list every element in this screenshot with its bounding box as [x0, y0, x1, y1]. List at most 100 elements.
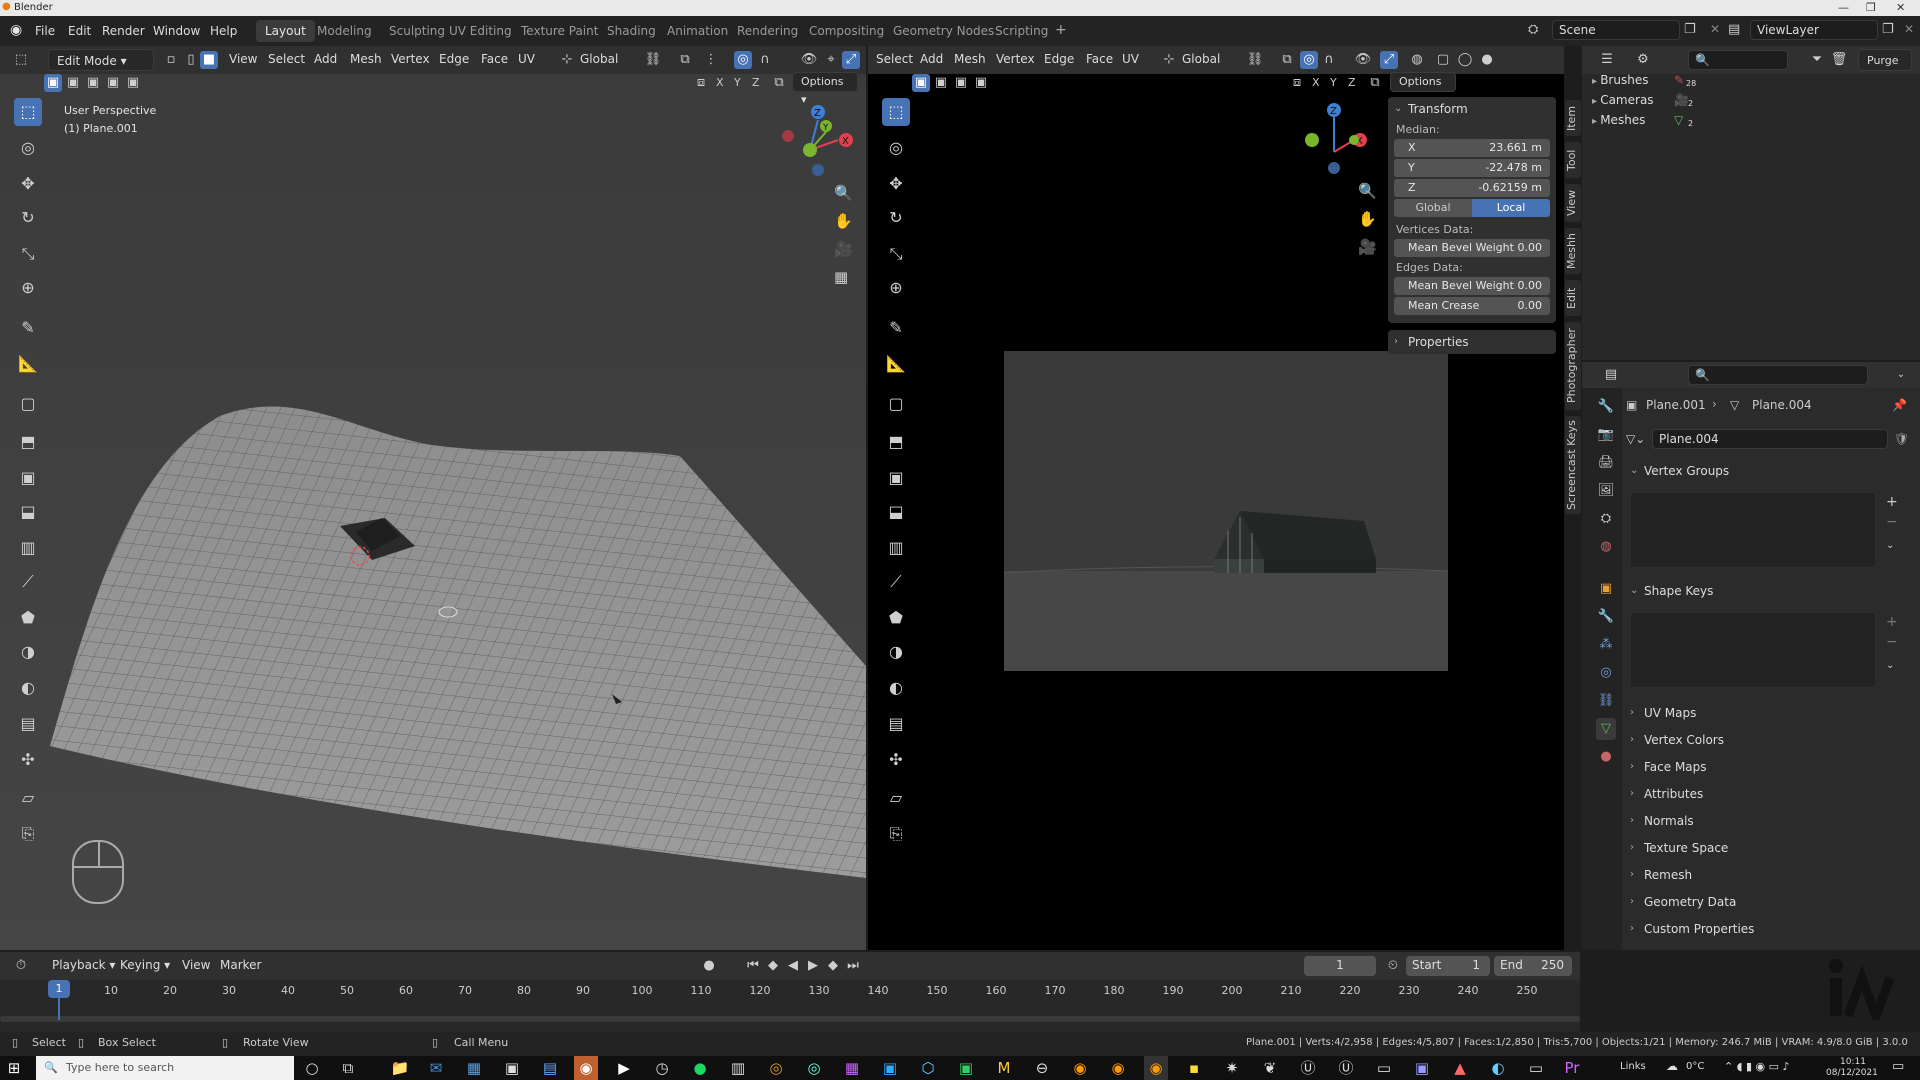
visibility-icon[interactable]: 👁 [800, 51, 818, 69]
view-layer-tab-icon[interactable]: 🖼 [1596, 480, 1616, 502]
vertex-group-menu-icon[interactable]: ⌄ [1886, 540, 1894, 551]
chrome-icon[interactable]: ◎ [764, 1056, 788, 1080]
add-cube-tool[interactable]: ▢ [14, 390, 42, 418]
shape-keys-panel[interactable]: ⌄ Shape Keys [1630, 580, 1910, 602]
shear-tool[interactable]: ▱ [14, 784, 42, 812]
playhead[interactable]: 1 [48, 980, 70, 998]
right-zoom-icon[interactable]: 🔍 [1358, 182, 1377, 200]
right-mesh-options-icon[interactable]: ⧉ [1366, 74, 1384, 92]
timeline-menu-playback[interactable]: Playback ▾ [52, 958, 115, 972]
orphan-delete-icon[interactable]: 🗑 [1830, 51, 1848, 69]
right-select-subtract-icon[interactable]: ▣ [952, 74, 970, 92]
right-menu-mesh[interactable]: Mesh [954, 52, 986, 66]
right-loop-cut-tool[interactable]: ▥ [882, 534, 910, 562]
proportional-edit-icon[interactable]: ◎ [734, 51, 752, 69]
taskbar-date[interactable]: 08/12/2021 [1826, 1068, 1878, 1078]
navigation-gizmo[interactable]: Z X Y [778, 100, 858, 180]
right-bevel-tool[interactable]: ⬓ [882, 498, 910, 526]
calculator-icon[interactable]: ▤ [538, 1056, 562, 1080]
knife-tool[interactable]: ⟋ [14, 568, 42, 596]
app-icon-3[interactable]: ▣ [954, 1056, 978, 1080]
menu-face[interactable]: Face [481, 52, 508, 66]
add-shape-key-icon[interactable]: + [1886, 614, 1898, 630]
right-orientation-icon[interactable]: ⊹ [1160, 51, 1178, 69]
right-inset-tool[interactable]: ▣ [882, 464, 910, 492]
rotate-tool[interactable]: ↻ [14, 204, 42, 232]
outliner-row-cameras[interactable]: ▸ Cameras 🎥 2 [1592, 90, 1693, 110]
pan-icon[interactable]: ✋ [834, 212, 853, 230]
vertex-select-icon[interactable]: ▫ [162, 51, 180, 69]
right-measure-tool[interactable]: 📐 [882, 350, 910, 378]
snap-target-icon[interactable]: ⋮ [702, 51, 720, 69]
median-z-field[interactable]: Z -0.62159 m [1394, 179, 1550, 197]
unreal-icon-2[interactable]: Ⓤ [1334, 1056, 1358, 1080]
timeline-menu-keying[interactable]: Keying ▾ [120, 958, 170, 972]
right-gizmo-icon[interactable]: ⤢ [1380, 51, 1398, 69]
properties-search-input[interactable]: 🔍 [1688, 365, 1868, 385]
blender-icon-active[interactable]: ◉ [1144, 1056, 1168, 1080]
timeline-editor-icon[interactable]: ⏱ [12, 957, 30, 975]
minimize-icon[interactable]: — [1838, 1, 1849, 14]
delete-view-layer-icon[interactable]: ✕ [1904, 22, 1914, 36]
median-x-field[interactable]: X 23.661 m [1394, 139, 1550, 157]
section-remesh[interactable]: › Remesh [1630, 864, 1910, 886]
app-icon-window[interactable]: ▭ [1524, 1056, 1548, 1080]
blender-taskbar-icon[interactable]: ◉ [574, 1056, 598, 1080]
section-texture-space[interactable]: › Texture Space [1630, 837, 1910, 859]
rip-tool[interactable]: ⎘ [14, 820, 42, 848]
poly-build-tool[interactable]: ⬟ [14, 604, 42, 632]
snap-icon[interactable]: ⧉ [676, 51, 694, 69]
app-icon-box[interactable]: ▭ [1372, 1056, 1396, 1080]
outlook-icon[interactable]: ✉ [424, 1056, 448, 1080]
right-select-invert-icon[interactable]: ▣ [972, 74, 990, 92]
output-properties-tab-icon[interactable]: 🖨 [1596, 452, 1616, 474]
sidebar-tab-photographer[interactable]: Photographer [1565, 322, 1581, 410]
right-move-tool[interactable]: ✥ [882, 170, 910, 198]
section-custom-properties[interactable]: › Custom Properties [1630, 918, 1910, 940]
extrude-tool[interactable]: ⬒ [14, 428, 42, 456]
tab-animation[interactable]: Animation [658, 20, 737, 42]
blender-icon-3[interactable]: ◉ [1106, 1056, 1130, 1080]
orientation-icon[interactable]: ⊹ [558, 51, 576, 69]
add-vertex-group-icon[interactable]: + [1886, 494, 1898, 510]
constraints-tab-icon[interactable]: ⛓ [1596, 690, 1616, 712]
cursor-tool[interactable]: ◎ [14, 134, 42, 162]
premiere-icon[interactable]: Pr [1560, 1056, 1584, 1080]
jump-end-icon[interactable]: ⏭ [844, 957, 862, 975]
right-edge-slide-tool[interactable]: ▤ [882, 710, 910, 738]
section-attributes[interactable]: › Attributes [1630, 783, 1910, 805]
remove-vertex-group-icon[interactable]: − [1886, 514, 1898, 530]
sidebar-tab-edit[interactable]: Edit [1565, 280, 1581, 316]
edge-slide-tool[interactable]: ▤ [14, 710, 42, 738]
orientation-label[interactable]: Global [580, 52, 618, 66]
tray-icons[interactable]: ⌃ ◖ ▮ ◉ ▭ ♪ [1724, 1060, 1790, 1073]
wireframe-shading-icon[interactable]: ◯ [1456, 51, 1474, 69]
store-icon[interactable]: ▦ [462, 1056, 486, 1080]
falloff-icon[interactable]: ∩ [756, 51, 774, 69]
tab-layout[interactable]: Layout [256, 20, 315, 42]
right-menu-vertex[interactable]: Vertex [996, 52, 1035, 66]
median-y-field[interactable]: Y -22.478 m [1394, 159, 1550, 177]
modifier-tab-icon[interactable]: 🔧 [1596, 606, 1616, 628]
options-dropdown[interactable]: Options ▾ [792, 72, 858, 106]
mirror-axis-z[interactable]: Z [752, 76, 760, 89]
pivot-icon[interactable]: ⛓ [644, 51, 662, 69]
steam-icon[interactable]: ◐ [1486, 1056, 1510, 1080]
smooth-tool[interactable]: ◐ [14, 674, 42, 702]
menu-select[interactable]: Select [268, 52, 305, 66]
section-face-maps[interactable]: › Face Maps [1630, 756, 1910, 778]
tab-uv-editing[interactable]: UV Editing [440, 20, 521, 42]
right-snap-icon[interactable]: ⧉ [1278, 51, 1296, 69]
right-scale-tool[interactable]: ⤡ [882, 240, 910, 268]
right-options-dropdown[interactable]: Options ▾ [1390, 72, 1456, 106]
outliner-row-brushes[interactable]: ▸ Brushes ✎ 28 [1592, 70, 1696, 90]
menu-mesh[interactable]: Mesh [350, 52, 382, 66]
loop-cut-tool[interactable]: ▥ [14, 534, 42, 562]
timeline-scrollbar[interactable] [0, 1016, 1580, 1022]
annotate-tool[interactable]: ✎ [14, 314, 42, 342]
ortho-toggle-icon[interactable]: ▦ [834, 268, 848, 286]
fake-user-icon[interactable]: 🛡 [1894, 432, 1909, 446]
right-extrude-tool[interactable]: ⬒ [882, 428, 910, 456]
sidebar-tab-tool[interactable]: Tool [1565, 142, 1581, 178]
maximize-icon[interactable]: ❐ [1866, 1, 1876, 14]
